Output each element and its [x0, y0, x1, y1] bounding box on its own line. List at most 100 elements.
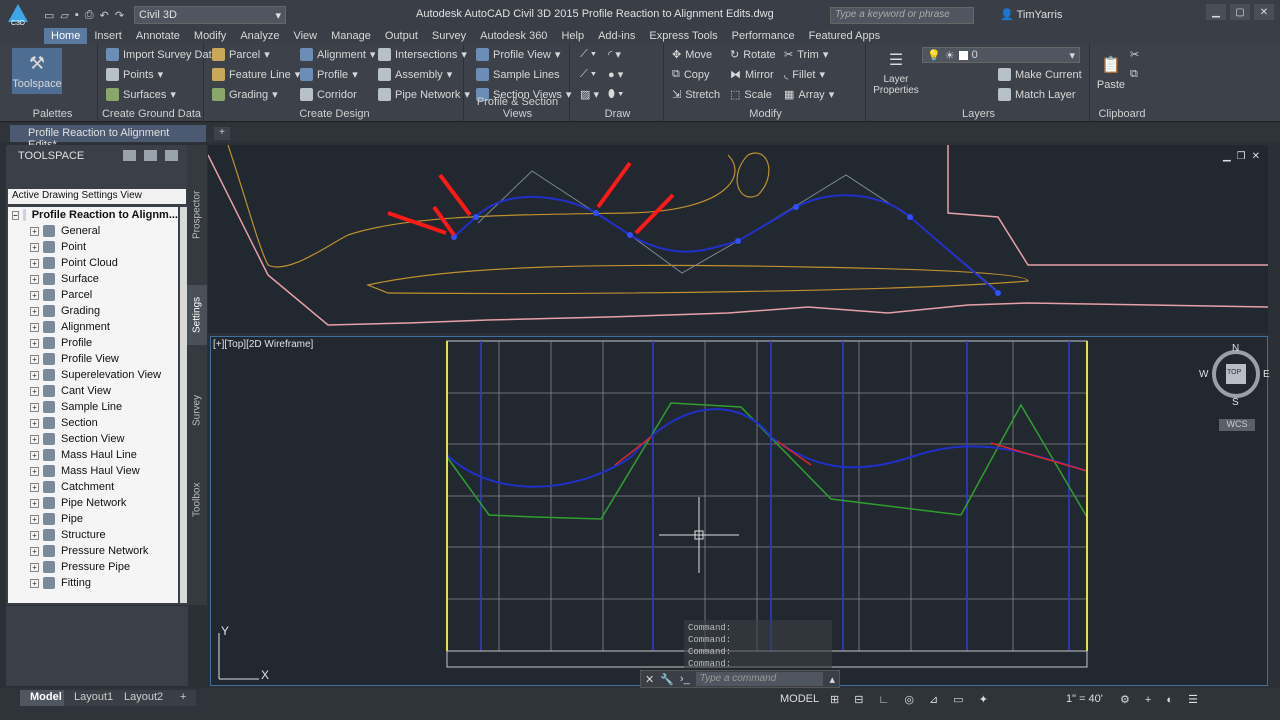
expand-icon[interactable]: + [30, 274, 39, 284]
tab-survey[interactable]: Survey [187, 385, 207, 435]
alignment-button[interactable]: Alignment ▾ [300, 48, 375, 61]
add-layout-button[interactable]: + [170, 690, 197, 706]
tree-item-surface[interactable]: + Surface [8, 271, 178, 287]
undo-icon[interactable]: ↶ [100, 9, 109, 22]
expand-icon[interactable]: + [30, 530, 39, 540]
tree-item-parcel[interactable]: + Parcel [8, 287, 178, 303]
expand-icon[interactable]: + [30, 546, 39, 556]
tab-survey[interactable]: Survey [425, 28, 473, 44]
expand-icon[interactable]: + [30, 258, 39, 268]
tree-item-point-cloud[interactable]: + Point Cloud [8, 255, 178, 271]
tree-item-profile[interactable]: + Profile [8, 335, 178, 351]
polyline-tool[interactable]: ⟋ ▾ [580, 68, 596, 81]
pi-grip[interactable] [995, 290, 1001, 296]
cut-button[interactable]: ✂ [1130, 48, 1139, 61]
status-tray-icons[interactable]: ⚙ + ◐ ☰ [1120, 693, 1204, 706]
pipe-network-button[interactable]: Pipe Network ▾ [378, 88, 470, 101]
print-icon[interactable]: ⎙ [85, 9, 94, 22]
tab-layout2[interactable]: Layout2 [114, 690, 174, 706]
user-account[interactable]: 👤 TimYarris [1000, 8, 1062, 21]
tree-item-fitting[interactable]: + Fitting [8, 575, 178, 591]
expand-icon[interactable]: + [30, 418, 39, 428]
copy-clip-button[interactable]: ⧉ [1130, 68, 1138, 81]
tab-view[interactable]: View [286, 28, 324, 44]
make-current-button[interactable]: Make Current [998, 68, 1082, 81]
redo-icon[interactable]: ↷ [115, 9, 124, 22]
tree-item-structure[interactable]: + Structure [8, 527, 178, 543]
ellipse-tool[interactable]: ⬮ ▾ [608, 88, 623, 101]
tab-add-ins[interactable]: Add-ins [591, 28, 642, 44]
wcs-menu[interactable]: WCS [1219, 419, 1255, 431]
tree-item-profile-view[interactable]: + Profile View [8, 351, 178, 367]
toolspace-button[interactable]: ⚒ Toolspace [12, 48, 62, 94]
pi-grip[interactable] [627, 232, 633, 238]
viewcube[interactable]: N S W E TOP WCS [1199, 343, 1270, 431]
expand-icon[interactable]: + [30, 434, 39, 444]
tree-item-cant-view[interactable]: + Cant View [8, 383, 178, 399]
expand-icon[interactable]: + [30, 226, 39, 236]
expand-icon[interactable]: + [30, 306, 39, 316]
show-list-icon[interactable] [123, 150, 136, 161]
tab-prospector[interactable]: Prospector [187, 185, 207, 245]
compass-south[interactable]: S [1232, 397, 1239, 408]
sample-lines-button[interactable]: Sample Lines [476, 68, 560, 81]
close-icon[interactable]: ✕ [645, 673, 654, 686]
expand-icon[interactable]: + [30, 562, 39, 572]
layer-properties-button[interactable]: ☰ Layer Properties [873, 48, 919, 98]
profile-button[interactable]: Profile ▾ [300, 68, 358, 81]
close-viewport-icon[interactable]: ✕ [1252, 151, 1260, 162]
expand-icon[interactable]: + [30, 402, 39, 412]
tab-help[interactable]: Help [554, 28, 591, 44]
restore-viewport-icon[interactable]: ❐ [1237, 151, 1246, 162]
expand-icon[interactable]: + [30, 578, 39, 588]
view-select[interactable]: Active Drawing Settings View [8, 189, 186, 204]
tree-item-superelevation-view[interactable]: + Superelevation View [8, 367, 178, 383]
drafting-toggles[interactable]: ⊞ ⊟ ∟ ◎ ⊿ ▭ ✦ [830, 693, 994, 706]
annotation-scale[interactable]: 1" = 40' [1066, 693, 1103, 705]
tree-item-sample-line[interactable]: + Sample Line [8, 399, 178, 415]
tree-item-catchment[interactable]: + Catchment [8, 479, 178, 495]
save-icon[interactable]: ▪ [75, 9, 79, 21]
expand-icon[interactable]: + [30, 498, 39, 508]
expand-icon[interactable]: + [30, 290, 39, 300]
tree-item-pressure-network[interactable]: + Pressure Network [8, 543, 178, 559]
trim-button[interactable]: ✂ Trim ▾ [784, 48, 828, 62]
search-input[interactable]: Type a keyword or phrase [830, 7, 974, 24]
layer-dropdown[interactable]: 💡 ☀ 0 ▾ [922, 47, 1080, 63]
tree-item-mass-haul-view[interactable]: + Mass Haul View [8, 463, 178, 479]
paste-button[interactable]: 📋 Paste [1096, 48, 1126, 98]
expand-icon[interactable]: + [30, 450, 39, 460]
tree-item-mass-haul-line[interactable]: + Mass Haul Line [8, 447, 178, 463]
match-layer-button[interactable]: Match Layer [998, 88, 1076, 101]
document-tab[interactable]: Profile Reaction to Alignment Edits* [10, 125, 206, 151]
tree-root[interactable]: − Profile Reaction to Alignm... [8, 207, 178, 223]
tab-manage[interactable]: Manage [324, 28, 378, 44]
tree-item-alignment[interactable]: + Alignment [8, 319, 178, 335]
rotate-button[interactable]: ↻ Rotate [730, 48, 776, 62]
hatch-tool[interactable]: ▨ ▾ [580, 88, 599, 101]
tab-performance[interactable]: Performance [725, 28, 802, 44]
points-button[interactable]: Points ▾ [106, 68, 163, 81]
pi-grip[interactable] [793, 204, 799, 210]
surfaces-button[interactable]: Surfaces ▾ [106, 88, 176, 101]
minimize-button[interactable]: ▁ [1206, 4, 1226, 20]
tree-item-grading[interactable]: + Grading [8, 303, 178, 319]
open-icon[interactable]: ▱ [60, 9, 68, 22]
feature-line-button[interactable]: Feature Line ▾ [212, 68, 300, 81]
profile-view-button[interactable]: Profile View ▾ [476, 48, 560, 61]
expand-icon[interactable]: + [30, 338, 39, 348]
pi-grip[interactable] [473, 214, 479, 220]
tab-modify[interactable]: Modify [187, 28, 233, 44]
move-button[interactable]: ✥ Move [672, 48, 712, 62]
tab-featured-apps[interactable]: Featured Apps [802, 28, 888, 44]
intersections-button[interactable]: Intersections ▾ [378, 48, 467, 61]
assembly-button[interactable]: Assembly ▾ [378, 68, 452, 81]
tab-toolbox[interactable]: Toolbox [187, 475, 207, 525]
expand-icon[interactable]: + [30, 322, 39, 332]
expand-icon[interactable]: + [30, 354, 39, 364]
expand-icon[interactable]: + [30, 242, 39, 252]
fillet-button[interactable]: ◟ Fillet ▾ [784, 68, 825, 82]
tab-insert[interactable]: Insert [87, 28, 129, 44]
copy-button[interactable]: ⧉ Copy [672, 68, 710, 81]
collapse-icon[interactable]: − [12, 210, 19, 220]
